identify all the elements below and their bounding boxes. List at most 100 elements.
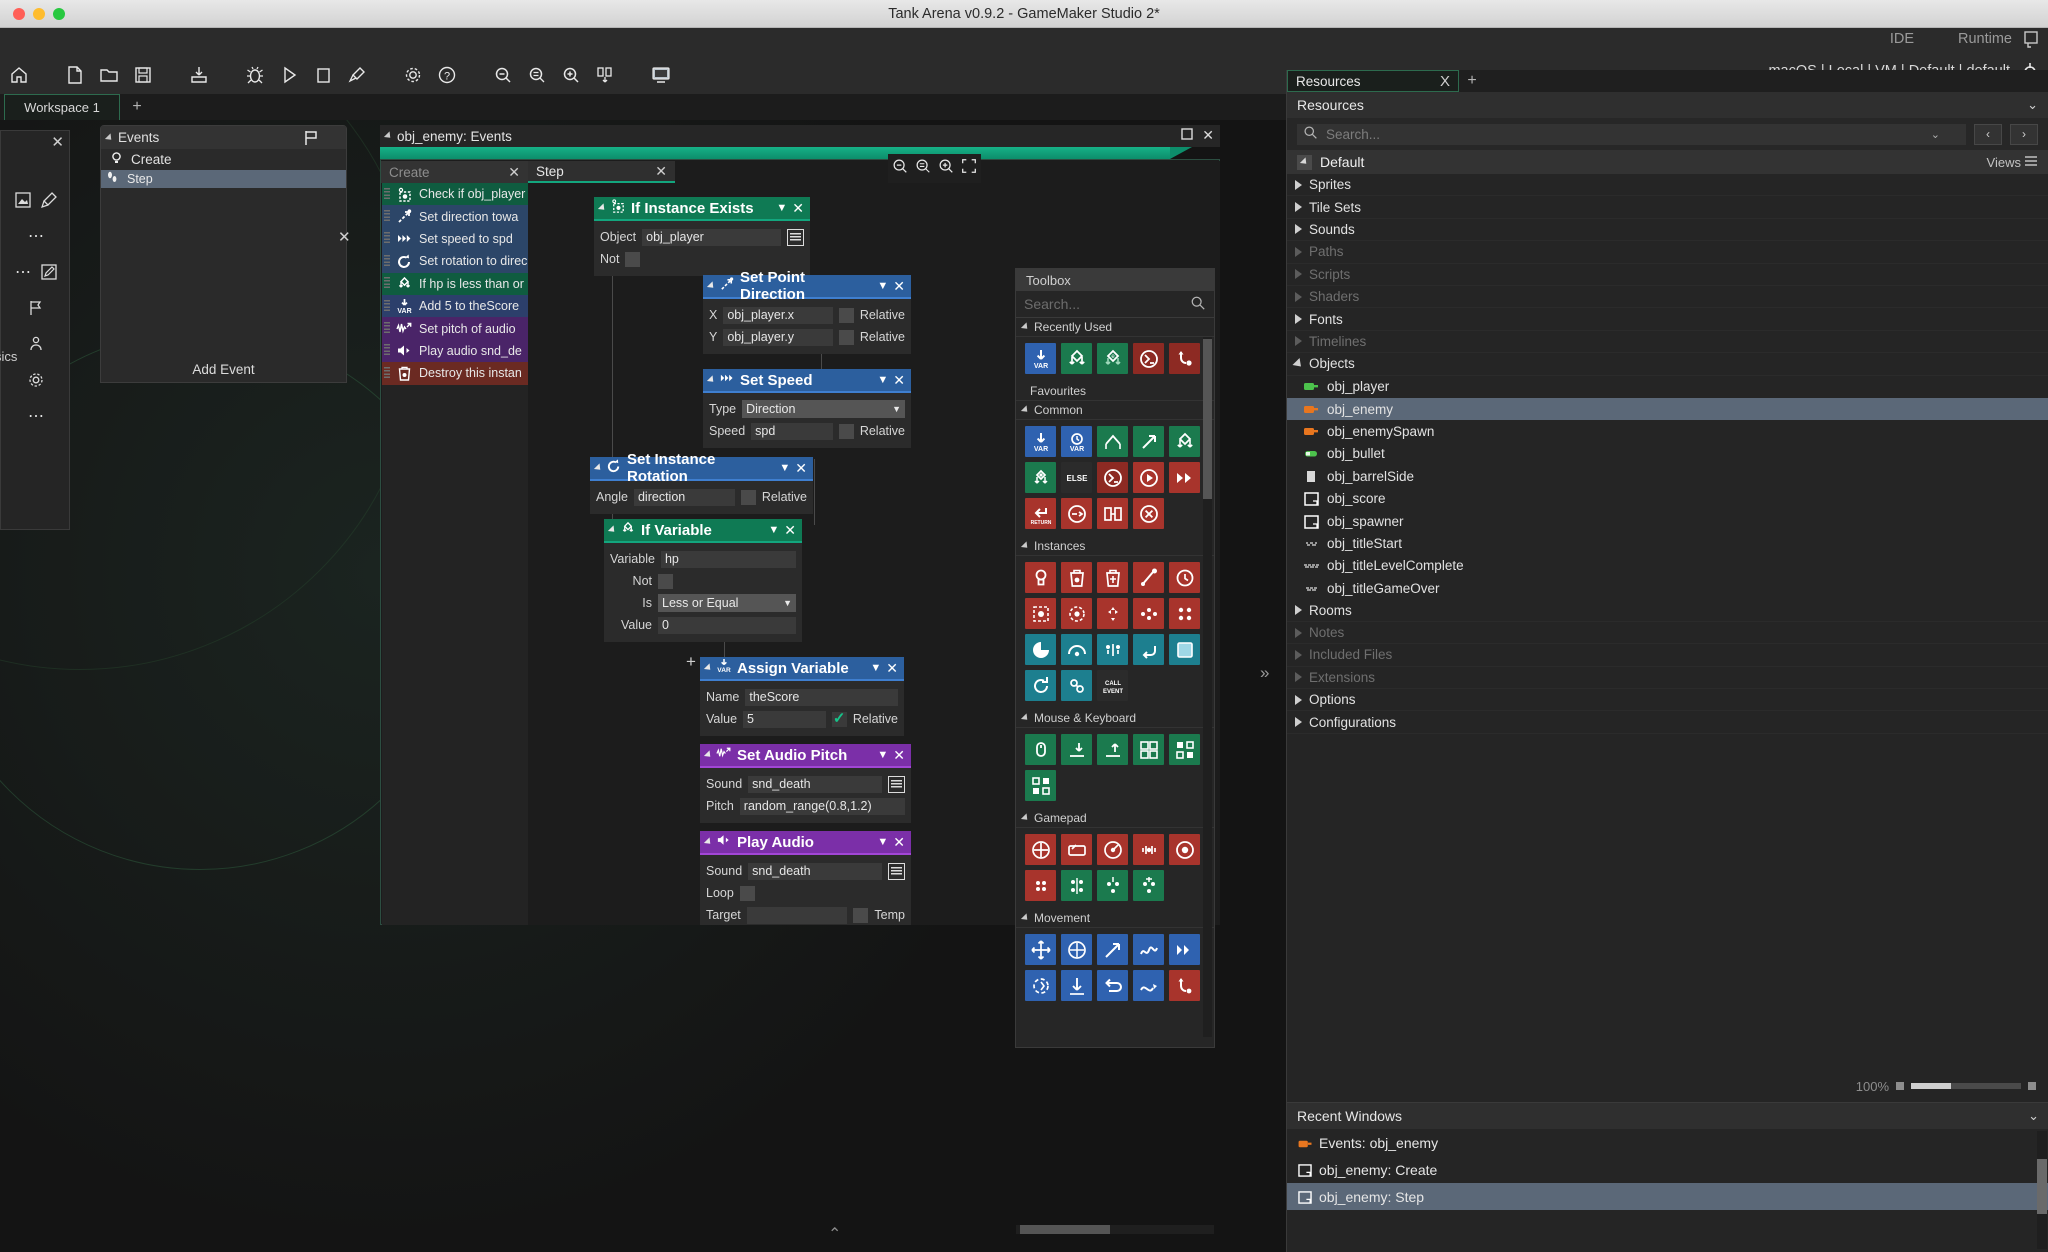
chevron-right-icon[interactable] <box>1295 269 1302 280</box>
scatter-icon[interactable] <box>1133 598 1164 629</box>
block-set-speed[interactable]: Set Speed ▼ ✕ Type Direction ▼ Speed spd… <box>703 369 911 448</box>
dock-tab-resources[interactable]: Resources X <box>1287 70 1459 92</box>
import-icon[interactable] <box>184 61 214 89</box>
play-icon[interactable] <box>1133 462 1164 493</box>
zoom-in-icon[interactable] <box>556 61 586 89</box>
block-header[interactable]: Set Point Direction ▼ ✕ <box>703 269 911 303</box>
toolbox-section-favourites[interactable]: Favourites <box>1016 382 1214 401</box>
recent-windows-panel[interactable]: Recent Windows ⌄ Events: obj_enemy obj_e… <box>1287 1102 2048 1252</box>
nav-prev-button[interactable]: ‹ <box>1974 123 2002 145</box>
block-set-instance-rotation[interactable]: Set Instance Rotation ▼ ✕ Angle directio… <box>590 451 813 514</box>
chevron-down-icon[interactable]: ▼ <box>877 836 888 848</box>
resources-zoom-row[interactable]: 100% <box>1287 1074 2048 1098</box>
tree-row-paths[interactable]: Paths <box>1287 241 2048 264</box>
collapse-triangle-icon[interactable] <box>703 750 714 760</box>
tree-row-obj-spawner[interactable]: obj_spawner <box>1287 510 2048 532</box>
zoom-out-icon[interactable] <box>891 157 909 180</box>
recent-window-item-step[interactable]: obj_enemy: Step <box>1287 1183 2048 1210</box>
field-value[interactable] <box>746 906 848 924</box>
chevron-down-icon[interactable]: ▼ <box>776 202 787 214</box>
runtime-label[interactable]: Runtime <box>1958 31 2012 47</box>
save-icon[interactable] <box>128 61 158 89</box>
flag-icon[interactable] <box>25 297 47 319</box>
event-item-step[interactable]: Step <box>101 170 346 188</box>
tree-row-objects[interactable]: Objects <box>1287 353 2048 376</box>
block-header[interactable]: If Variable ▼ ✕ <box>604 519 802 541</box>
debug-icon[interactable] <box>240 61 270 89</box>
field-value[interactable]: 5 <box>743 710 826 728</box>
gamepad-circle-icon[interactable] <box>1169 834 1200 865</box>
field-value[interactable]: spd <box>751 422 833 440</box>
block-header[interactable]: Set Speed ▼ ✕ <box>703 369 911 391</box>
tab-create[interactable]: Create ✕ <box>381 161 528 183</box>
comment-icon[interactable] <box>1061 498 1092 529</box>
close-icon[interactable]: ✕ <box>1202 127 1214 144</box>
collapse-triangle-icon[interactable] <box>706 281 717 291</box>
field-not[interactable]: Not <box>594 248 810 270</box>
tree-row-included-files[interactable]: Included Files <box>1287 644 2048 667</box>
if-variable-icon[interactable] <box>1061 343 1092 374</box>
block-header[interactable]: Set Audio Pitch ▼ ✕ <box>700 744 911 766</box>
close-icon[interactable]: ✕ <box>795 460 807 477</box>
scatter-move-icon[interactable] <box>1133 934 1164 965</box>
comparison-dropdown[interactable]: Less or Equal ▼ <box>658 594 796 612</box>
repeat-icon[interactable] <box>1169 462 1200 493</box>
field-value[interactable]: random_range(0.8,1.2) <box>739 797 905 815</box>
gamepad-stick-icon[interactable] <box>1097 834 1128 865</box>
move-dir-icon[interactable] <box>1061 934 1092 965</box>
add-event-button[interactable]: Add Event <box>101 356 346 382</box>
tree-row-obj-titlelevelcomplete[interactable]: obj_titleLevelComplete <box>1287 555 2048 577</box>
relative-checkbox[interactable] <box>831 709 847 727</box>
nav-next-button[interactable]: › <box>2010 123 2038 145</box>
collapse-triangle-icon[interactable] <box>104 132 115 143</box>
drag-handle[interactable] <box>384 232 390 246</box>
action-row[interactable]: Set pitch of audio <box>382 317 529 340</box>
close-icon[interactable]: ✕ <box>886 660 898 677</box>
key-up-icon[interactable] <box>1097 734 1128 765</box>
tree-row-obj-enemy[interactable]: obj_enemy <box>1287 397 2048 421</box>
close-icon[interactable]: ✕ <box>655 163 667 180</box>
close-icon[interactable]: ✕ <box>893 372 905 389</box>
block-play-audio[interactable]: Play Audio ▼ ✕ Sound snd_death Loop Targ… <box>700 831 911 925</box>
loop-checkbox[interactable] <box>739 885 755 901</box>
if-expression-icon[interactable]: e <box>1097 343 1128 374</box>
with-icon[interactable] <box>1061 670 1092 701</box>
chevron-right-icon[interactable] <box>1295 179 1302 190</box>
change-instance-icon[interactable] <box>1133 562 1164 593</box>
execute-code-icon[interactable] <box>1133 343 1164 374</box>
open-folder-icon[interactable] <box>94 61 124 89</box>
display-icon[interactable] <box>646 61 676 89</box>
expand-bottom-icon[interactable]: ⌃ <box>828 1224 841 1244</box>
instance-count-icon[interactable] <box>1097 598 1128 629</box>
chevron-down-icon[interactable]: ▼ <box>877 280 888 292</box>
tree-row-obj-barrelside[interactable]: obj_barrelSide <box>1287 465 2048 487</box>
relative-checkbox[interactable] <box>838 307 854 323</box>
field-sound[interactable]: Sound snd_death <box>700 773 911 795</box>
recent-window-item-create[interactable]: obj_enemy: Create <box>1287 1156 2048 1183</box>
field-value-row[interactable]: Value 5 Relative <box>700 708 904 730</box>
var-icon[interactable]: VAR <box>1025 343 1056 374</box>
zoom-slider[interactable] <box>1911 1083 2021 1089</box>
collapse-triangle-icon[interactable] <box>1020 322 1031 332</box>
toolbox-tiles-gamepad[interactable] <box>1016 828 1214 909</box>
close-icon[interactable]: ✕ <box>792 200 804 217</box>
list-picker-icon[interactable] <box>787 228 804 246</box>
tree-row-obj-bullet[interactable]: obj_bullet <box>1287 443 2048 465</box>
tree-row-rooms[interactable]: Rooms <box>1287 599 2048 622</box>
tree-row-tile-sets[interactable]: Tile Sets <box>1287 196 2048 219</box>
gamepad-set-icon[interactable] <box>1061 870 1092 901</box>
chevron-right-icon[interactable] <box>1295 694 1302 705</box>
toolbox-tiles-mouse-keyboard[interactable] <box>1016 728 1214 809</box>
chevron-right-icon[interactable] <box>1295 224 1302 235</box>
field-target[interactable]: Target Temp <box>700 904 911 925</box>
speed-icon[interactable] <box>1169 934 1200 965</box>
physics-icon[interactable] <box>25 333 47 355</box>
chevron-right-icon[interactable] <box>1295 627 1302 638</box>
drag-handle[interactable] <box>384 366 390 380</box>
toolbox-hscroll-thumb[interactable] <box>1020 1225 1110 1234</box>
action-row[interactable]: Play audio snd_de <box>382 339 529 363</box>
toolbox-search-input[interactable]: Search... <box>1016 291 1214 318</box>
tree-row-obj-titlegameover[interactable]: obj_titleGameOver <box>1287 577 2048 599</box>
toolbox-tiles-instances[interactable]: CALL EVENT <box>1016 556 1214 709</box>
chevron-right-icon[interactable] <box>1295 605 1302 616</box>
